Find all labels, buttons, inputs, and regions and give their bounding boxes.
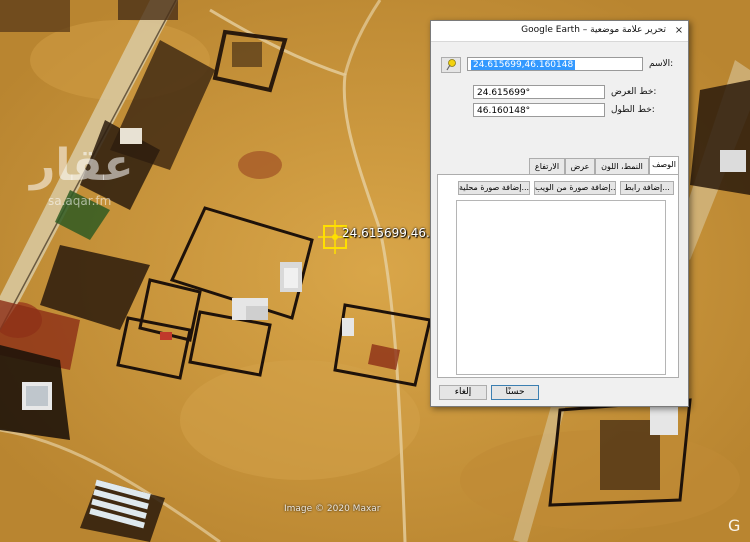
latitude-input[interactable]: 24.615699° (473, 85, 605, 99)
tab-style-color[interactable]: النمط، اللون (595, 158, 649, 174)
name-input[interactable]: 24.615699,46.160148 (467, 57, 643, 71)
description-panel: إضافة صورة محلية... إضافة صورة من الويب.… (437, 174, 679, 378)
description-textarea[interactable] (456, 200, 666, 375)
imagery-credit: Image © 2020 Maxar (284, 504, 381, 514)
edit-placemark-dialog: Google Earth – تحرير علامة موضعية × 24.6… (430, 20, 689, 407)
dialog-titlebar[interactable]: Google Earth – تحرير علامة موضعية × (431, 21, 688, 42)
tab-description[interactable]: الوصف (649, 156, 679, 174)
tab-view[interactable]: عرض (565, 158, 595, 174)
longitude-label: خط الطول: (611, 105, 655, 115)
add-local-image-button[interactable]: إضافة صورة محلية... (458, 181, 530, 195)
pushpin-icon (446, 59, 456, 71)
ok-button[interactable]: حسنًا (491, 385, 539, 400)
cancel-button[interactable]: إلغاء (439, 385, 487, 400)
watermark-logo: عقار (30, 140, 134, 191)
name-label: الاسم: (649, 59, 674, 69)
watermark-site: sa.aqar.fm (48, 194, 112, 208)
longitude-input[interactable]: 46.160148° (473, 103, 605, 117)
google-brand-mark: G (728, 516, 741, 535)
tab-altitude[interactable]: الارتفاع (529, 158, 565, 174)
dialog-title: Google Earth – تحرير علامة موضعية (521, 25, 666, 35)
latitude-label: خط العرض: (611, 87, 657, 97)
close-icon[interactable]: × (672, 24, 686, 37)
add-link-button[interactable]: إضافة رابط... (620, 181, 674, 195)
name-input-value: 24.615699,46.160148 (471, 60, 576, 70)
placemark-icon-button[interactable] (441, 57, 461, 73)
add-web-image-button[interactable]: إضافة صورة من الويب... (534, 181, 616, 195)
